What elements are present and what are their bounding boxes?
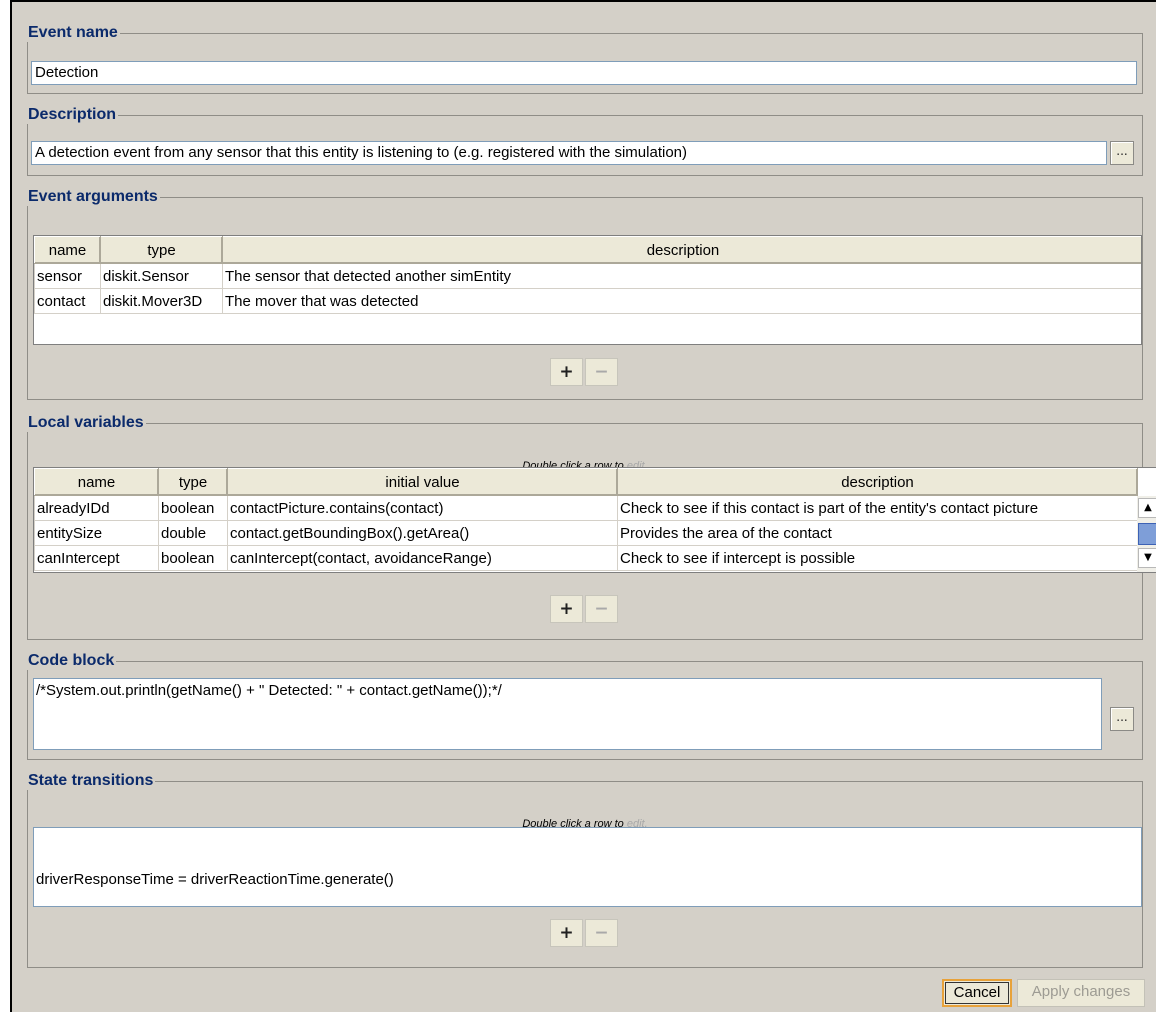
local-variables-scrollbar[interactable]: ▲ ▼ <box>1137 496 1156 572</box>
table-row[interactable]: canIntercept boolean canIntercept(contac… <box>34 545 1138 571</box>
cancel-button[interactable]: Cancel <box>942 979 1012 1007</box>
cell-initial-value[interactable]: contact.getBoundingBox().getArea() <box>227 520 618 546</box>
cell-name[interactable]: contact <box>34 288 101 314</box>
cell-description[interactable]: Provides the area of the contact <box>617 520 1138 546</box>
remove-transition-button[interactable]: − <box>585 919 618 947</box>
cell-type[interactable]: boolean <box>158 495 228 521</box>
description-legend: Description <box>28 106 117 123</box>
column-header-name[interactable]: name <box>34 468 159 496</box>
cell-name[interactable]: canIntercept <box>34 545 159 571</box>
column-header-description[interactable]: description <box>617 468 1138 496</box>
cell-type[interactable]: boolean <box>158 545 228 571</box>
apply-changes-button[interactable]: Apply changes <box>1017 979 1145 1007</box>
code-block-textarea[interactable]: /*System.out.println(getName() + " Detec… <box>33 678 1102 750</box>
local-variables-legend: Local variables <box>28 414 144 431</box>
cell-description[interactable]: Check to see if this contact is part of … <box>617 495 1138 521</box>
table-row[interactable]: contact diskit.Mover3D The mover that wa… <box>34 288 1141 314</box>
cell-type[interactable]: double <box>158 520 228 546</box>
event-arguments-legend: Event arguments <box>28 188 158 205</box>
cell-name[interactable]: entitySize <box>34 520 159 546</box>
cell-type[interactable]: diskit.Sensor <box>100 263 223 289</box>
cell-description[interactable]: Check to see if intercept is possible <box>617 545 1138 571</box>
state-transitions-add-remove: + − <box>550 919 618 947</box>
local-variables-add-remove: + − <box>550 595 618 623</box>
table-row[interactable]: alreadyIDd boolean contactPicture.contai… <box>34 495 1138 521</box>
scroll-down-icon[interactable]: ▼ <box>1138 548 1156 568</box>
state-transitions-legend: State transitions <box>28 772 154 789</box>
event-name-input[interactable]: Detection <box>31 61 1137 85</box>
remove-argument-button[interactable]: − <box>585 358 618 386</box>
cell-initial-value[interactable]: contactPicture.contains(contact) <box>227 495 618 521</box>
table-row[interactable]: entitySize double contact.getBoundingBox… <box>34 520 1138 546</box>
cell-type[interactable]: diskit.Mover3D <box>100 288 223 314</box>
cell-name[interactable]: sensor <box>34 263 101 289</box>
column-header-description[interactable]: description <box>222 236 1141 264</box>
add-variable-button[interactable]: + <box>550 595 583 623</box>
add-argument-button[interactable]: + <box>550 358 583 386</box>
column-header-type[interactable]: type <box>158 468 228 496</box>
cell-description[interactable]: The sensor that detected another simEnti… <box>222 263 1141 289</box>
remove-variable-button[interactable]: − <box>585 595 618 623</box>
scroll-up-icon[interactable]: ▲ <box>1138 498 1156 518</box>
table-row[interactable]: sensor diskit.Sensor The sensor that det… <box>34 263 1141 289</box>
event-arguments-table: name type description sensor diskit.Sens… <box>33 235 1142 345</box>
event-name-legend: Event name <box>28 24 118 41</box>
column-header-initial-value[interactable]: initial value <box>227 468 618 496</box>
cell-description[interactable]: The mover that was detected <box>222 288 1141 314</box>
event-editor-dialog: Event name Detection Description A detec… <box>10 0 1156 1012</box>
description-input[interactable]: A detection event from any sensor that t… <box>31 141 1107 165</box>
cell-initial-value[interactable]: canIntercept(contact, avoidanceRange) <box>227 545 618 571</box>
cell-name[interactable]: alreadyIDd <box>34 495 159 521</box>
local-variables-table: name type initial value description alre… <box>33 467 1156 573</box>
code-block-more-button[interactable]: ... <box>1110 707 1134 731</box>
list-item[interactable]: driverResponseTime = driverReactionTime.… <box>36 870 1139 890</box>
column-header-type[interactable]: type <box>100 236 223 264</box>
scroll-thumb[interactable] <box>1138 523 1156 545</box>
column-header-name[interactable]: name <box>34 236 101 264</box>
state-transitions-list: driverResponseTime = driverReactionTime.… <box>33 827 1142 907</box>
add-transition-button[interactable]: + <box>550 919 583 947</box>
code-block-legend: Code block <box>28 652 115 669</box>
event-arguments-add-remove: + − <box>550 358 618 386</box>
description-more-button[interactable]: ... <box>1110 141 1134 165</box>
